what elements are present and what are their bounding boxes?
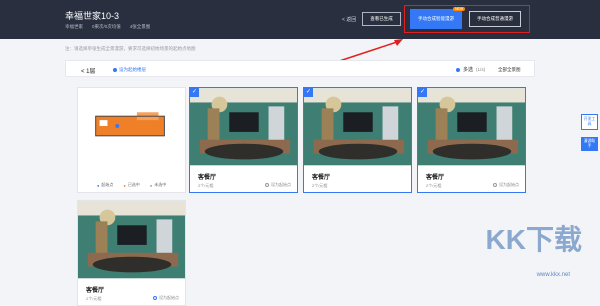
check-icon[interactable]: ✓ <box>418 88 427 97</box>
all-panorama-dropdown[interactable]: 全部全景图 <box>498 67 521 73</box>
set-start-option[interactable]: 设为起始点 <box>265 182 291 188</box>
legend-item: ● 未选中 <box>149 182 167 188</box>
side-tool-bottom[interactable]: 漫游助手 <box>581 137 598 151</box>
panorama-card[interactable]: ✓ 客餐厅 2个/元相 设为起始点 <box>417 87 526 193</box>
set-start-option[interactable]: 设为起始点 <box>153 295 179 301</box>
radio-icon <box>493 183 497 187</box>
plan-legend: ● 起始点 ● 已选中 ● 未选中 <box>97 182 166 188</box>
card-subtitle: 2个/元相 <box>86 296 102 301</box>
panorama-photo <box>418 88 525 166</box>
radio-icon <box>113 68 117 72</box>
card-subtitle: 2个/元相 <box>312 183 328 188</box>
radio-icon <box>153 296 157 300</box>
count-label: (1/4) <box>476 67 486 72</box>
legend-item: ● 起始点 <box>97 182 114 188</box>
note-text: 注：请选择单张生成全景漫游，要求可选择初始场景的起始点地图 <box>65 46 196 51</box>
watermark-url: www.kkx.net <box>536 272 570 278</box>
floor-plan-card[interactable]: ● 起始点 ● 已选中 ● 未选中 <box>77 87 186 193</box>
floor-selector[interactable]: < 1层 <box>81 66 96 75</box>
panorama-photo <box>304 88 411 166</box>
set-start-label: 设为起始楼层 <box>119 67 146 72</box>
multi-select-toggle[interactable]: 多选 (1/4) <box>456 66 485 73</box>
room-photo <box>190 88 297 166</box>
set-start-floor[interactable]: 设为起始楼层 <box>113 67 146 73</box>
card-subtitle: 2个/元相 <box>198 183 214 188</box>
room-photo <box>78 201 185 279</box>
legend-label: 起始点 <box>101 182 114 187</box>
set-start-label: 设为起始点 <box>159 295 179 300</box>
legend-label: 已选中 <box>127 182 140 187</box>
radio-icon <box>456 67 460 72</box>
card-title: 客餐厅 <box>86 288 105 294</box>
panorama-card[interactable]: ✓ 客餐厅 2个/元相 <box>303 87 412 193</box>
room-photo <box>304 88 411 166</box>
floor-toolbar: < 1层 设为起始楼层 多选 (1/4) 全部全景图 <box>65 60 535 77</box>
legend-item: ● 已选中 <box>123 182 140 188</box>
card-subtitle: 2个/元相 <box>426 183 442 188</box>
panorama-photo <box>190 88 297 166</box>
room-photo <box>418 88 525 166</box>
check-icon[interactable]: ✓ <box>304 88 313 97</box>
panorama-card[interactable]: 客餐厅 2个/元相 设为起始点 <box>77 200 186 306</box>
check-icon[interactable]: ✓ <box>190 88 199 97</box>
panorama-card[interactable]: ✓ 客餐厅 2个/元相 设为起始点 <box>189 87 298 193</box>
watermark: KK下载 <box>485 224 582 255</box>
panorama-photo <box>78 201 185 279</box>
card-title: 客餐厅 <box>312 175 331 181</box>
set-start-label: 设为起始点 <box>499 182 519 187</box>
legend-label: 未选中 <box>154 182 167 187</box>
side-tool-top[interactable]: 开发工具 <box>581 114 598 130</box>
card-title: 客餐厅 <box>426 175 445 181</box>
floor-plan-image <box>95 112 165 137</box>
card-title: 客餐厅 <box>198 175 217 181</box>
multi-label: 多选 <box>463 67 474 73</box>
set-start-option[interactable]: 设为起始点 <box>493 182 519 188</box>
radio-icon <box>265 183 269 187</box>
set-start-label: 设为起始点 <box>271 182 291 187</box>
